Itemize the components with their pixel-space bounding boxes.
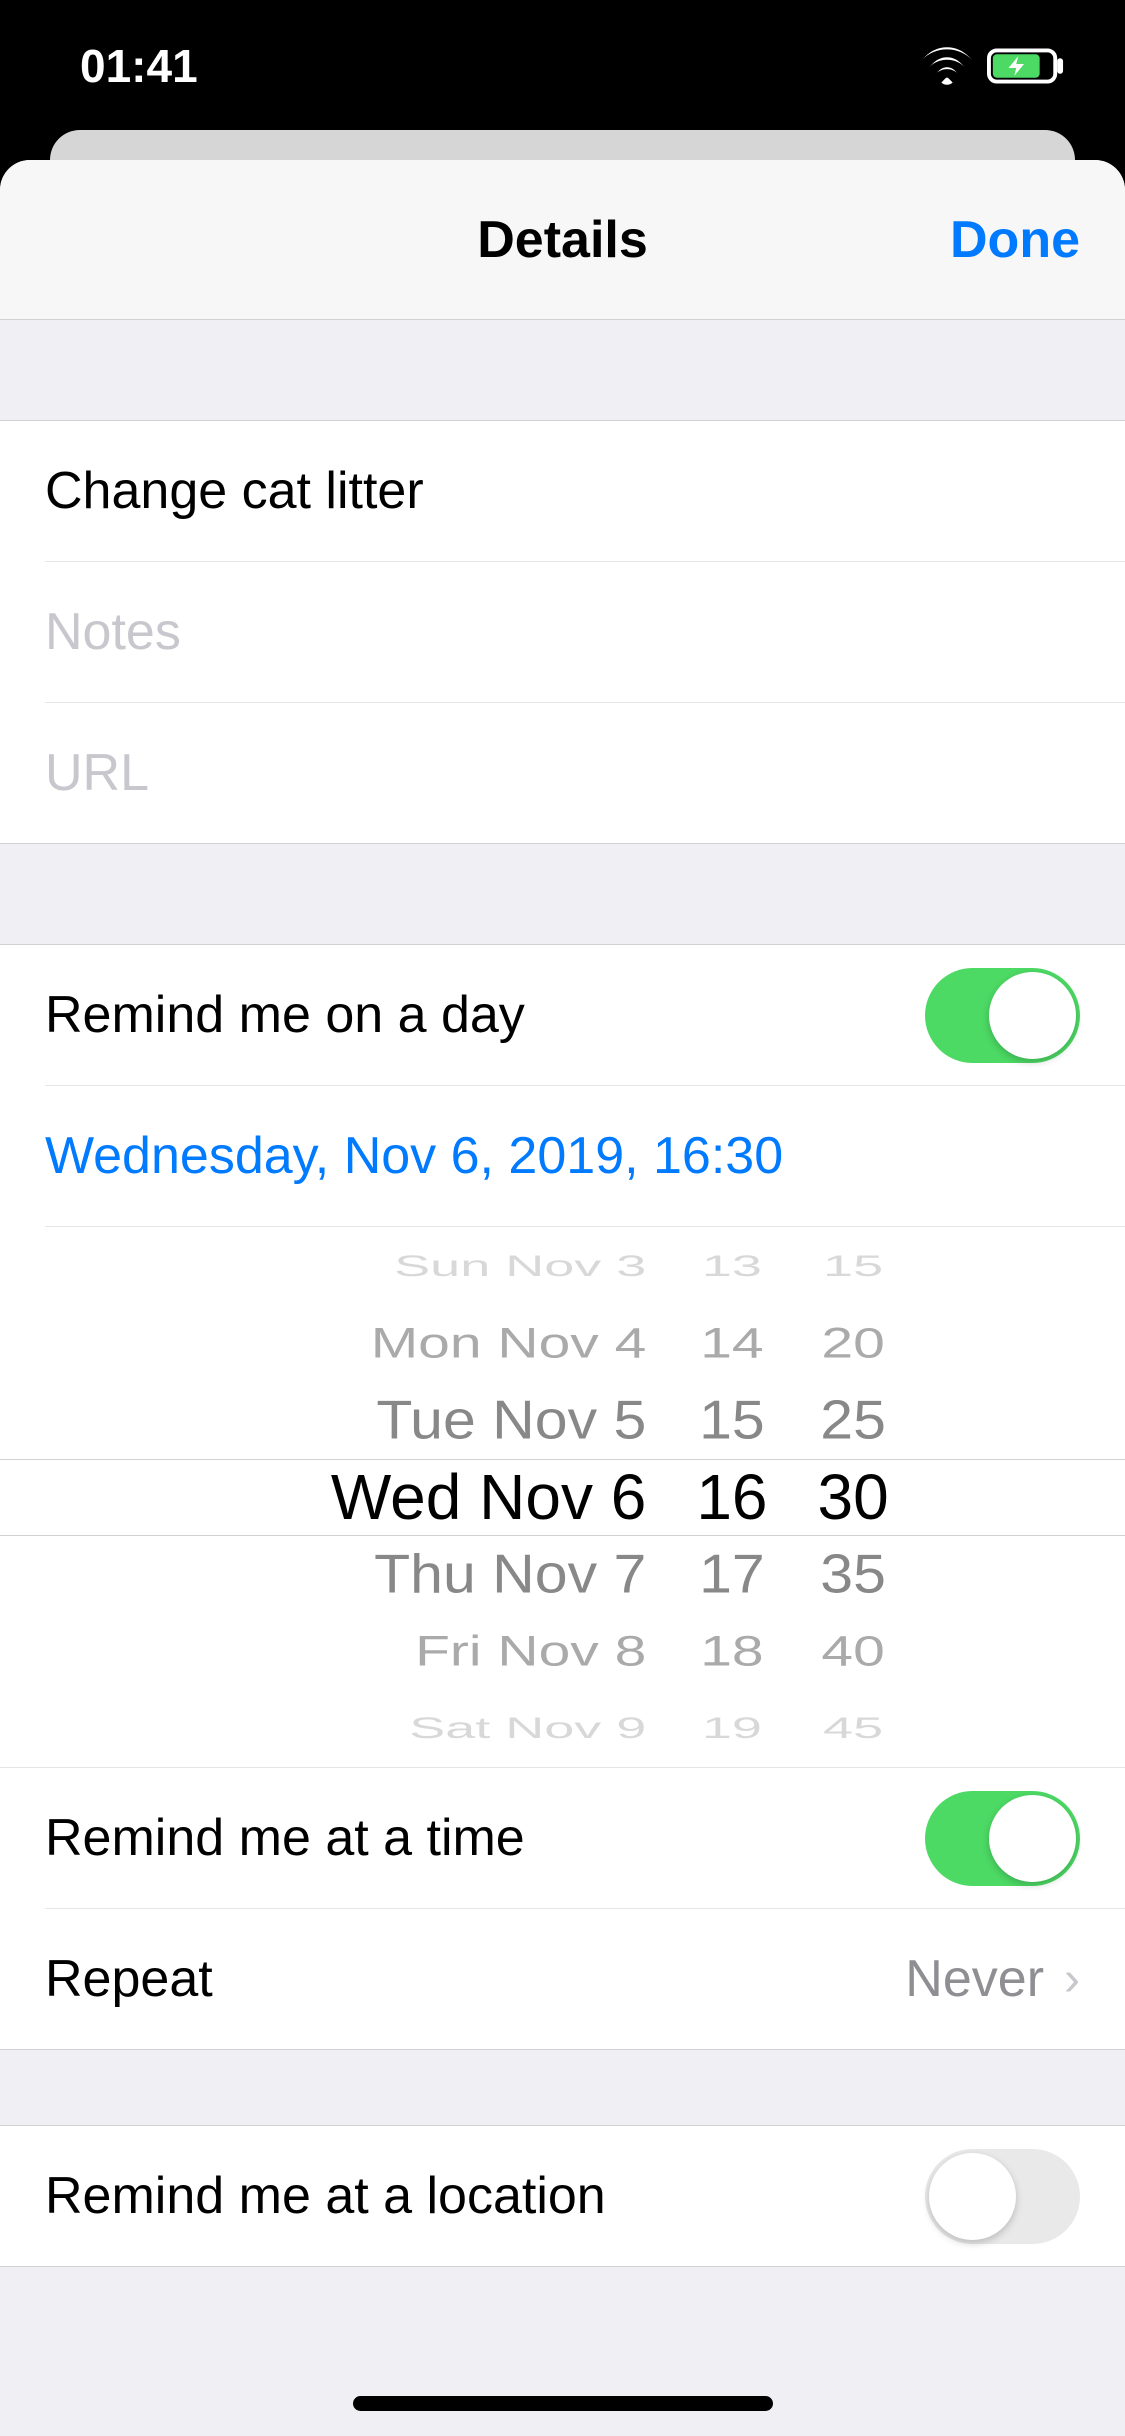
section-gap <box>0 320 1125 420</box>
status-time: 01:41 <box>80 39 198 93</box>
alarm-date-display: Wednesday, Nov 6, 2019, 16:30 <box>45 1126 783 1186</box>
done-button[interactable]: Done <box>950 210 1080 270</box>
remind-time-toggle[interactable] <box>925 1791 1080 1886</box>
url-placeholder: URL <box>45 743 149 803</box>
chevron-right-icon: › <box>1064 1952 1080 2007</box>
section-gap <box>0 2050 1125 2125</box>
wifi-icon <box>922 47 972 85</box>
remind-location-toggle[interactable] <box>925 2149 1080 2244</box>
remind-day-label: Remind me on a day <box>45 985 525 1045</box>
alarm-date-row[interactable]: Wednesday, Nov 6, 2019, 16:30 <box>0 1086 1125 1226</box>
page-title: Details <box>477 210 648 270</box>
details-sheet: Details Done Change cat litter Notes URL… <box>0 160 1125 2436</box>
title-field[interactable]: Change cat litter <box>0 421 1125 561</box>
picker-hour-column[interactable]: 13 14 15 16 17 18 19 <box>696 1228 767 1767</box>
reminder-info-group: Change cat litter Notes URL <box>0 420 1125 844</box>
remind-time-label: Remind me at a time <box>45 1808 525 1868</box>
status-bar: 01:41 <box>0 0 1125 132</box>
title-input-text: Change cat litter <box>45 461 424 521</box>
picker-minute-column[interactable]: 15 20 25 30 35 40 45 <box>818 1228 889 1767</box>
remind-location-label: Remind me at a location <box>45 2166 606 2226</box>
day-remind-group: Remind me on a day Wednesday, Nov 6, 201… <box>0 944 1125 2050</box>
battery-charging-icon <box>987 47 1065 85</box>
repeat-label: Repeat <box>45 1949 213 2009</box>
remind-day-toggle[interactable] <box>925 968 1080 1063</box>
notes-placeholder: Notes <box>45 602 181 662</box>
section-gap <box>0 844 1125 944</box>
nav-bar: Details Done <box>0 160 1125 320</box>
date-time-picker[interactable]: Sun Nov 3 Mon Nov 4 Tue Nov 5 Wed Nov 6 … <box>0 1227 1125 1767</box>
status-icons <box>922 47 1065 85</box>
repeat-row[interactable]: Repeat Never › <box>0 1909 1125 2049</box>
repeat-value: Never <box>905 1949 1044 2009</box>
notes-field[interactable]: Notes <box>0 562 1125 702</box>
location-remind-group: Remind me at a location <box>0 2125 1125 2267</box>
url-field[interactable]: URL <box>0 703 1125 843</box>
remind-location-row: Remind me at a location <box>0 2126 1125 2266</box>
remind-time-row: Remind me at a time <box>0 1768 1125 1908</box>
remind-day-row: Remind me on a day <box>0 945 1125 1085</box>
home-indicator[interactable] <box>353 2396 773 2411</box>
picker-date-column[interactable]: Sun Nov 3 Mon Nov 4 Tue Nov 5 Wed Nov 6 … <box>236 1228 646 1767</box>
